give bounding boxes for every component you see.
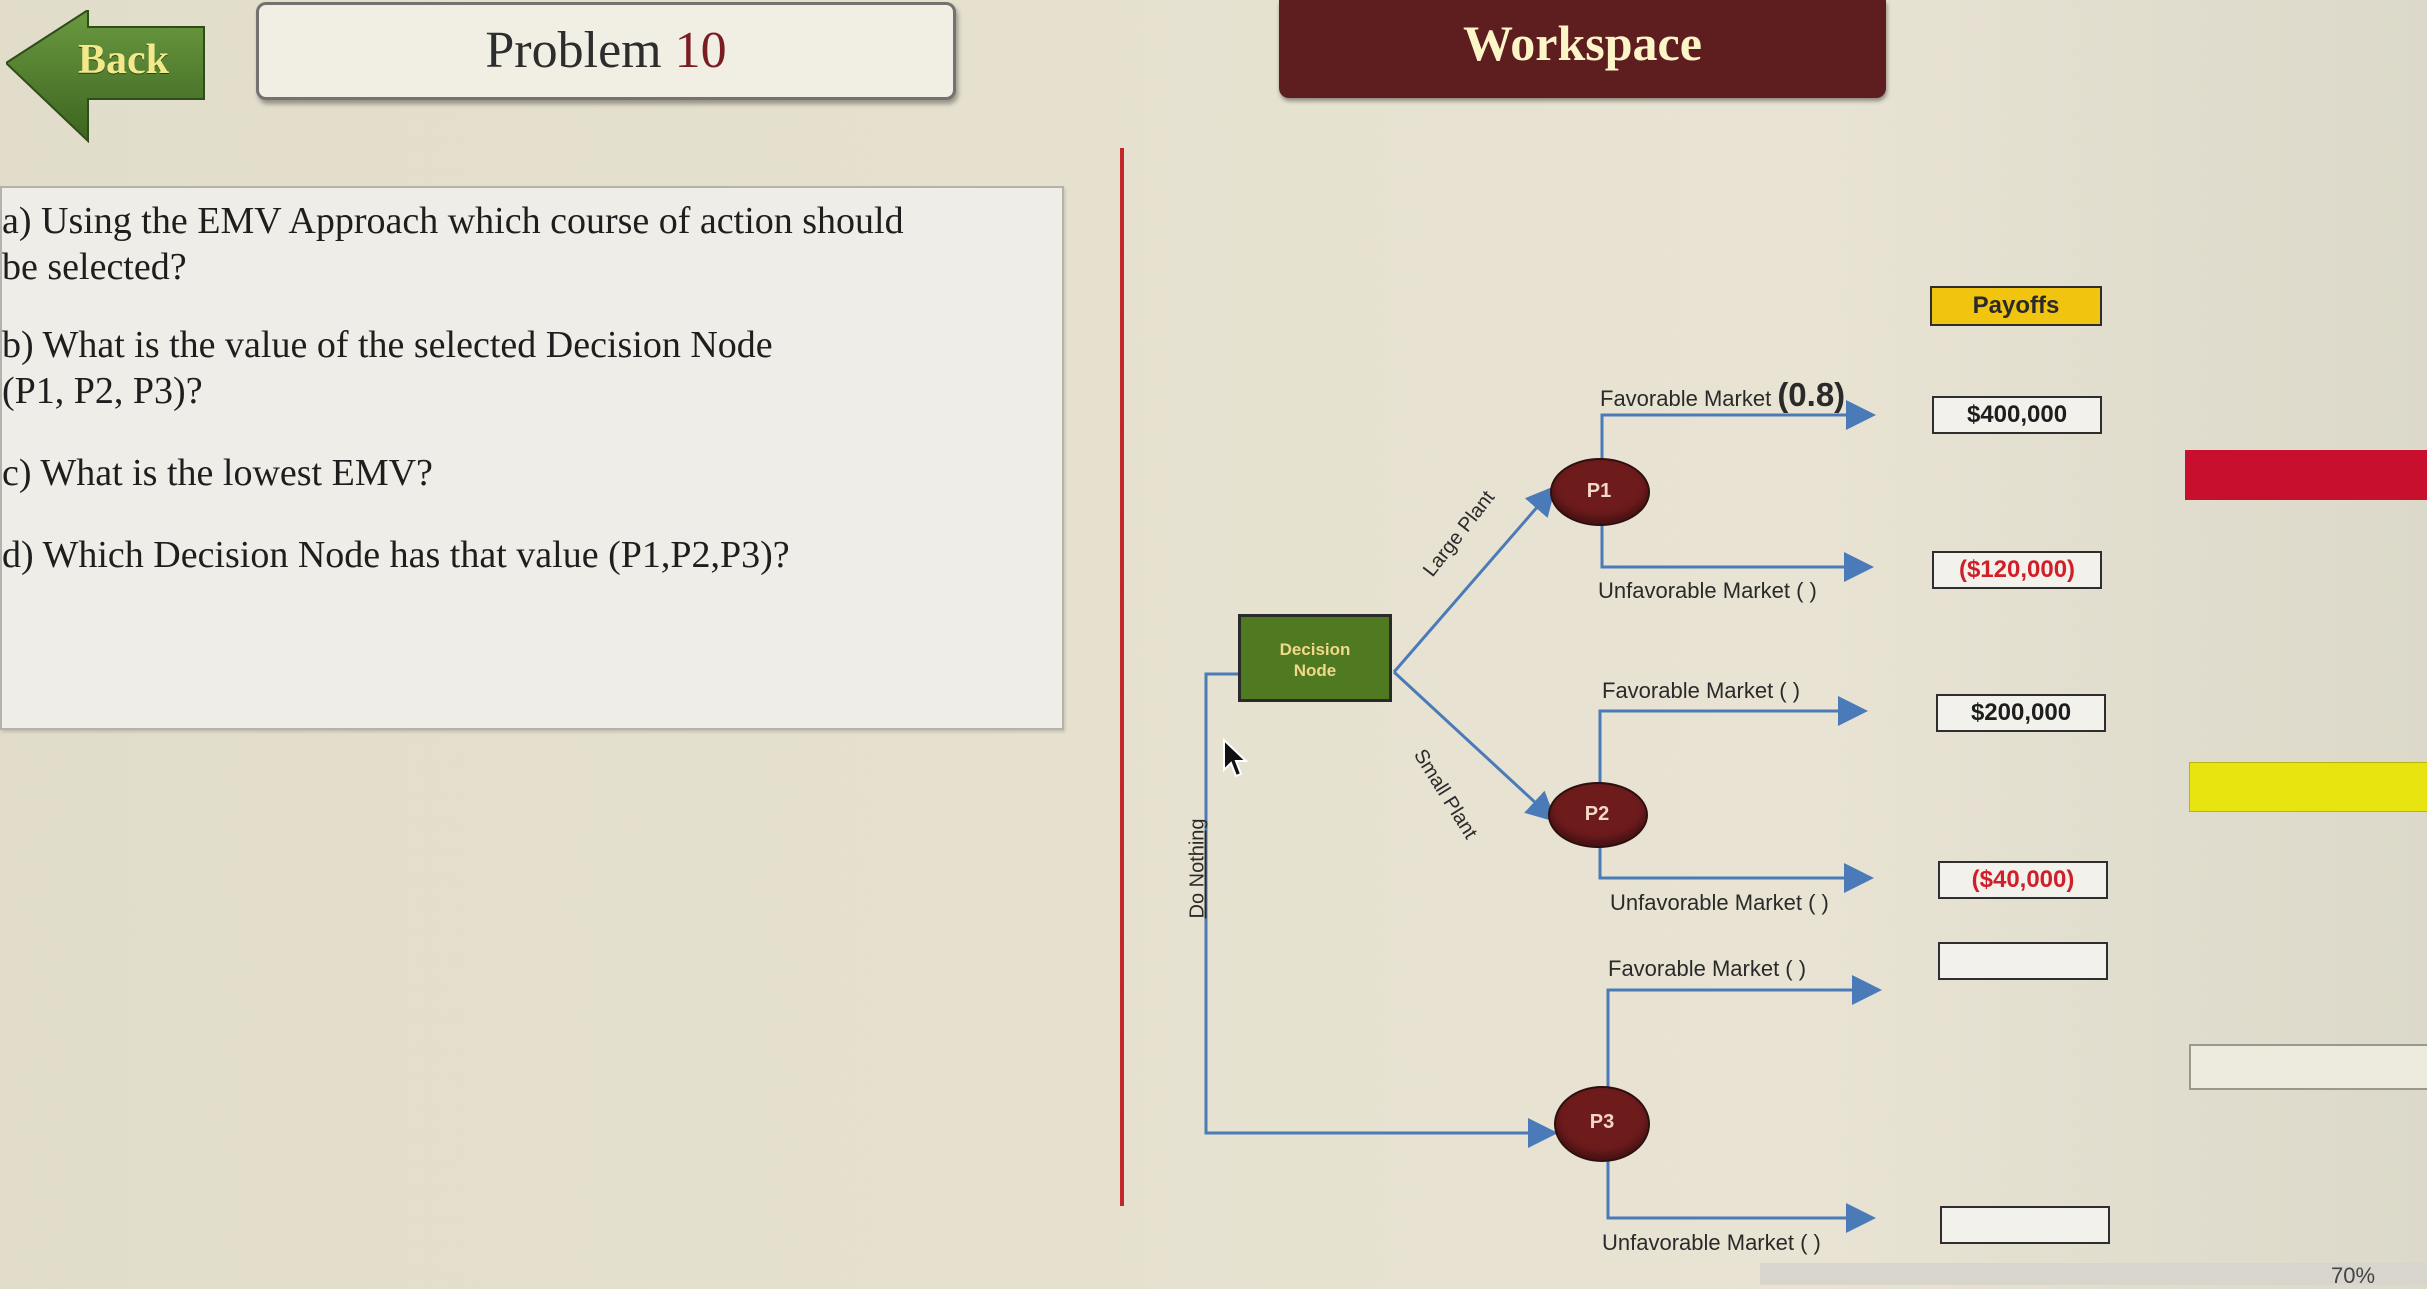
chance-node-p3[interactable]: P3 (1554, 1086, 1650, 1162)
p3-unfavorable-label: Unfavorable Market ( ) (1602, 1230, 1821, 1255)
chance-node-p1-label: P1 (1586, 480, 1612, 502)
p3-favorable-label: Favorable Market ( ) (1608, 956, 1807, 981)
p1-unfavorable-label: Unfavorable Market ( ) (1598, 578, 1817, 603)
mouse-cursor-icon (1223, 737, 1249, 778)
payoff-p3-favorable[interactable] (1938, 942, 2108, 980)
payoff-p1-unfavorable[interactable]: ($120,000) (1932, 551, 2102, 589)
chance-node-p2-label: P2 (1584, 803, 1610, 825)
payoff-p3-unfavorable[interactable] (1940, 1206, 2110, 1244)
zoom-level[interactable]: 70% (2331, 1263, 2375, 1289)
payoffs-header: Payoffs (1930, 286, 2102, 326)
p2-favorable-label: Favorable Market ( ) (1602, 678, 1801, 703)
decision-node[interactable]: Decision Node (1238, 614, 1392, 702)
decision-node-line1: Decision (1279, 640, 1351, 659)
p1-favorable-prob: (0.8) (1777, 376, 1846, 413)
payoff-p1-favorable[interactable]: $400,000 (1932, 396, 2102, 434)
branch-label-do-nothing: Do Nothing (1186, 818, 1209, 919)
emv-swatch-red (2185, 450, 2427, 500)
p1-favorable-label: Favorable Market (0.8) (1600, 376, 1845, 414)
emv-swatch-yellow (2189, 762, 2427, 812)
decision-node-line2: Node (1293, 661, 1337, 680)
decision-tree-lines (1204, 400, 1882, 1233)
emv-swatch-blank (2189, 1044, 2427, 1090)
chance-node-p1[interactable]: P1 (1550, 458, 1650, 526)
payoff-p2-unfavorable[interactable]: ($40,000) (1938, 861, 2108, 899)
p1-favorable-text: Favorable Market (1600, 386, 1772, 411)
status-bar (1760, 1263, 2427, 1285)
chance-node-p3-label: P3 (1589, 1111, 1615, 1133)
chance-node-p2[interactable]: P2 (1548, 782, 1648, 848)
p2-unfavorable-label: Unfavorable Market ( ) (1610, 890, 1829, 915)
payoff-p2-favorable[interactable]: $200,000 (1936, 694, 2106, 732)
